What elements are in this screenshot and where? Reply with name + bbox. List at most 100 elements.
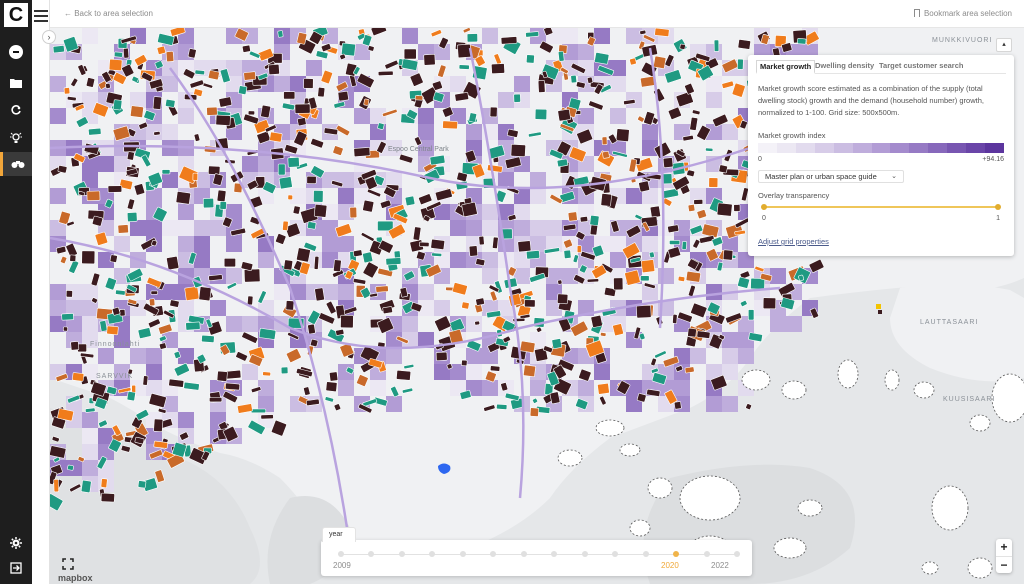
timeline-year-dot[interactable] (581, 551, 588, 557)
land-use-block (687, 204, 696, 212)
land-use-block (636, 393, 647, 403)
land-use-block (474, 320, 481, 326)
slider-value-handle[interactable] (995, 204, 1001, 210)
slider-start-handle[interactable] (761, 204, 767, 210)
land-use-block (525, 31, 540, 38)
timeline-year-dot[interactable] (490, 551, 497, 557)
map-label-lauttasaari: LAUTTASAARI (920, 319, 979, 326)
grid-cell (482, 380, 498, 396)
grid-cell (146, 364, 162, 380)
land-use-block (258, 328, 277, 340)
land-use-block (684, 366, 695, 374)
timeline-year-dot[interactable] (673, 551, 680, 557)
legend-swatch (928, 143, 948, 153)
grid-cell (642, 124, 658, 140)
land-use-block (153, 440, 168, 449)
timeline-year-dot[interactable] (612, 551, 619, 557)
land-use-block (713, 39, 720, 52)
grid-cell (658, 268, 674, 284)
timeline-year-dot[interactable] (642, 551, 649, 557)
poi-marker[interactable] (876, 304, 881, 309)
land-use-block (61, 313, 74, 321)
binoculars-icon[interactable] (0, 152, 32, 176)
timeline-year-dot[interactable] (459, 551, 466, 557)
land-use-block (63, 87, 71, 95)
overlay-layer-select-value: Master plan or urban space guide (765, 172, 877, 181)
land-use-block (461, 359, 468, 367)
grid-cell (466, 348, 482, 364)
land-use-block (461, 201, 478, 218)
land-use-block (385, 257, 402, 266)
land-use-block (352, 249, 363, 257)
land-use-block (166, 256, 180, 271)
timeline-year-dot[interactable] (703, 551, 710, 557)
grid-cell (530, 188, 546, 204)
tab-target-customer-search[interactable]: Target customer search (876, 60, 966, 74)
refresh-icon[interactable] (0, 98, 32, 122)
grid-cell (178, 236, 194, 252)
land-use-block (377, 122, 385, 130)
land-use-block (590, 314, 603, 328)
zoom-in-button[interactable]: + (996, 539, 1012, 556)
bookmark-area-selection-button[interactable]: Bookmark area selection (913, 9, 1012, 18)
land-use-block (306, 175, 317, 184)
timeline-year-dot[interactable] (520, 551, 527, 557)
overlay-layer-select[interactable]: Master plan or urban space guide ⌄ (758, 170, 904, 183)
land-use-block (292, 205, 301, 215)
grid-cell (178, 220, 194, 236)
collapse-panel-button[interactable]: ▴ (996, 38, 1012, 52)
timeline-year-dot[interactable] (368, 551, 375, 557)
land-use-block (283, 259, 294, 271)
land-use-block (119, 309, 126, 317)
land-use-block (202, 197, 215, 209)
adjust-grid-properties-link[interactable]: Adjust grid properties (758, 237, 829, 246)
grid-cell (354, 44, 370, 60)
timeline-year-dot[interactable] (551, 551, 558, 557)
timeline-year-dot[interactable] (734, 551, 740, 557)
grid-cell (226, 204, 242, 220)
tab-dwelling-density[interactable]: Dwelling density (812, 60, 877, 74)
grid-cell (178, 300, 194, 316)
grid-cell (162, 172, 178, 188)
gear-icon[interactable] (0, 531, 32, 555)
expand-panel-button[interactable]: › (42, 30, 56, 44)
land-use-block (653, 55, 667, 69)
grid-cell (594, 28, 610, 44)
legend-swatch (871, 143, 891, 153)
folder-icon[interactable] (0, 71, 32, 95)
land-use-block (639, 29, 647, 35)
grid-cell (338, 236, 354, 252)
fullscreen-icon[interactable] (62, 558, 74, 570)
grid-cell (706, 396, 722, 412)
land-use-block (126, 391, 136, 402)
land-use-block (168, 378, 185, 388)
app-logo[interactable]: C (4, 3, 28, 27)
legend-swatch (776, 143, 796, 153)
timeline-year-dot[interactable] (338, 551, 344, 557)
grid-cell (82, 316, 98, 332)
lightbulb-icon[interactable] (0, 126, 32, 150)
slider-min-label: 0 (762, 215, 766, 222)
menu-icon[interactable] (34, 10, 48, 22)
land-use-block (524, 299, 536, 308)
legend-swatch (833, 143, 853, 153)
back-to-area-selection-link[interactable]: ← Back to area selection (64, 9, 153, 18)
land-use-block (613, 277, 624, 291)
grid-cell (386, 396, 402, 412)
logout-icon[interactable] (0, 556, 32, 580)
grid-cell (402, 316, 418, 332)
timeline-year-dot[interactable] (398, 551, 405, 557)
zoom-out-button[interactable]: − (996, 556, 1012, 573)
overlay-transparency-slider[interactable] (764, 206, 998, 208)
land-use-block (152, 96, 162, 110)
land-use-block (638, 180, 650, 193)
land-use-block (277, 163, 286, 176)
mapbox-logo[interactable]: mapbox (58, 573, 93, 583)
land-use-block (313, 204, 328, 218)
timeline-year-dot[interactable] (429, 551, 436, 557)
land-use-block (153, 418, 164, 433)
year-timeline[interactable]: 2009 2020 2022 (321, 540, 752, 576)
grid-cell (306, 60, 322, 76)
avatar-icon[interactable] (0, 40, 32, 64)
tab-market-growth[interactable]: Market growth (756, 60, 816, 74)
